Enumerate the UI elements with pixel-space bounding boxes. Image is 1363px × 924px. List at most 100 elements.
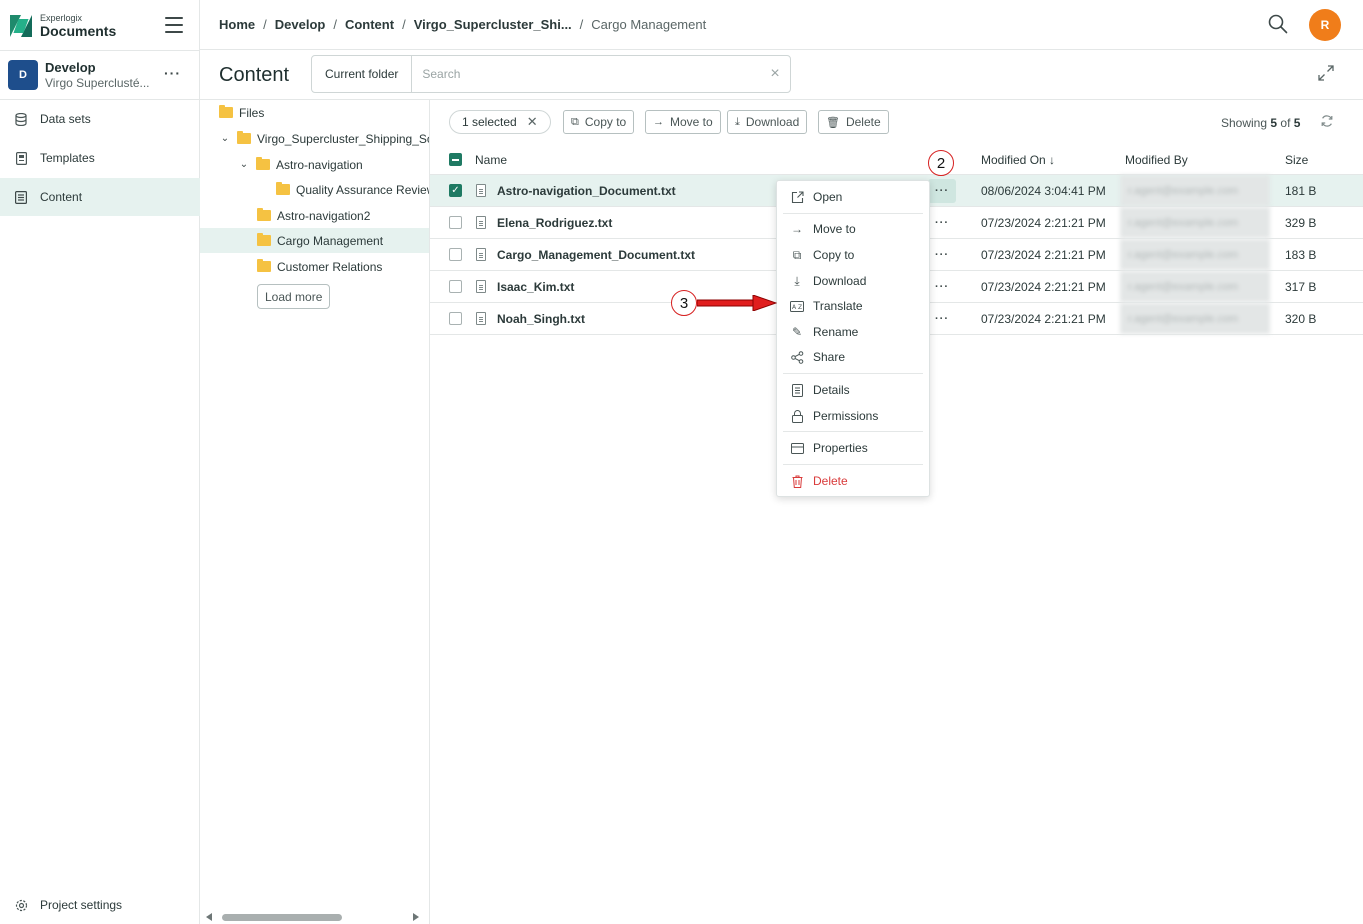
user-avatar[interactable]: R <box>1309 9 1341 41</box>
select-all-checkbox[interactable] <box>449 153 462 166</box>
arrow-right-icon: → <box>653 116 664 128</box>
scroll-left-icon[interactable] <box>206 913 212 921</box>
chevron-down-icon[interactable]: ⌄ <box>219 133 231 144</box>
chevron-down-icon[interactable]: ⌄ <box>238 159 250 170</box>
sidebar: Experlogix Documents D Develop Virgo Sup… <box>0 0 200 924</box>
menu-item-share[interactable]: Share <box>777 345 929 369</box>
modified-on: 07/23/2024 2:21:21 PM <box>981 279 1106 294</box>
row-more-icon[interactable]: ··· <box>928 211 956 235</box>
move-to-button[interactable]: → Move to <box>645 110 721 134</box>
tree-item-label: Files <box>239 105 265 120</box>
trash-icon <box>790 474 804 488</box>
tree-item-virgo[interactable]: ⌄ Virgo_Supercluster_Shipping_Sol <box>200 126 430 151</box>
folder-icon <box>219 105 233 118</box>
brand-company: Experlogix <box>40 13 83 23</box>
menu-item-properties[interactable]: Properties <box>777 436 929 460</box>
menu-item-label: Details <box>813 383 850 397</box>
copy-to-button[interactable]: ⧉ Copy to <box>563 110 635 134</box>
file-size: 317 B <box>1285 279 1317 294</box>
tree-item-label: Virgo_Supercluster_Shipping_Sol <box>257 131 430 146</box>
menu-item-translate[interactable]: AZ Translate <box>777 294 929 318</box>
load-more-button[interactable]: Load more <box>257 284 331 309</box>
file-name[interactable]: Noah_Singh.txt <box>497 312 585 326</box>
row-checkbox[interactable] <box>449 312 462 325</box>
row-checkbox[interactable] <box>449 216 462 229</box>
brand-logo[interactable]: Experlogix Documents <box>10 12 116 40</box>
menu-item-open[interactable]: Open <box>777 185 929 209</box>
folder-icon <box>257 208 271 221</box>
menu-item-move-to[interactable]: → Move to <box>777 217 929 241</box>
menu-item-delete[interactable]: Delete <box>777 469 929 493</box>
copy-icon: ⧉ <box>792 247 802 262</box>
sidebar-item-templates[interactable]: Templates <box>0 139 200 177</box>
modified-on: 07/23/2024 2:21:21 PM <box>981 215 1106 230</box>
search-input[interactable] <box>412 56 760 92</box>
column-name[interactable]: Name <box>475 145 507 174</box>
file-name[interactable]: Astro-navigation_Document.txt <box>497 184 676 198</box>
search-icon[interactable] <box>1268 14 1288 34</box>
menu-item-copy-to[interactable]: ⧉ Copy to <box>777 243 929 267</box>
tree-item-customer-relations[interactable]: Customer Relations <box>200 254 429 279</box>
lock-icon <box>790 409 804 423</box>
row-more-icon[interactable]: ··· <box>928 178 956 203</box>
translate-icon: AZ <box>790 299 804 313</box>
sidebar-item-data-sets[interactable]: Data sets <box>0 100 200 138</box>
row-more-icon[interactable]: ··· <box>928 307 956 331</box>
svg-text:A: A <box>792 304 797 311</box>
menu-item-label: Download <box>813 274 867 288</box>
menu-item-label: Delete <box>813 474 848 488</box>
row-checkbox[interactable]: ✓ <box>449 184 462 197</box>
breadcrumb-content[interactable]: Content <box>345 17 394 32</box>
menu-toggle-icon[interactable] <box>165 17 183 33</box>
column-modified-by[interactable]: Modified By <box>1125 145 1188 174</box>
menu-item-rename[interactable]: ✎ Rename <box>777 320 929 344</box>
menu-item-download[interactable]: ⤓ Download <box>777 269 929 293</box>
breadcrumb-home[interactable]: Home <box>219 17 255 32</box>
project-switcher[interactable]: D Develop Virgo Superclusté... ··· <box>0 50 200 100</box>
clear-selection-icon[interactable]: ✕ <box>527 114 538 130</box>
tree-horizontal-scrollbar[interactable] <box>200 910 429 924</box>
row-checkbox[interactable] <box>449 280 462 293</box>
row-more-icon[interactable]: ··· <box>928 275 956 299</box>
column-size[interactable]: Size <box>1285 145 1308 174</box>
search-scope-select[interactable]: Current folder <box>312 56 413 92</box>
sidebar-item-label: Project settings <box>40 898 123 912</box>
expand-icon[interactable] <box>1317 64 1335 82</box>
row-more-icon[interactable]: ··· <box>928 243 956 267</box>
refresh-icon[interactable] <box>1320 114 1334 128</box>
tree-item-quality-assurance[interactable]: Quality Assurance Review <box>200 177 429 202</box>
properties-icon <box>790 441 804 455</box>
scroll-right-icon[interactable] <box>413 913 419 921</box>
folder-tree: Files ⌄ Virgo_Supercluster_Shipping_Sol … <box>200 100 430 924</box>
file-icon <box>476 280 486 293</box>
scrollbar-thumb[interactable] <box>222 914 342 921</box>
content-header: Content Current folder × <box>200 50 1363 100</box>
clear-search-icon[interactable]: × <box>760 65 790 83</box>
file-size: 181 B <box>1285 183 1317 198</box>
tree-item-astro-navigation[interactable]: ⌄ Astro-navigation <box>200 152 429 177</box>
annotation-arrow-icon <box>697 295 777 311</box>
tree-item-cargo-management[interactable]: Cargo Management <box>200 228 429 253</box>
sidebar-item-project-settings[interactable]: Project settings <box>0 886 200 924</box>
project-more-icon[interactable]: ··· <box>164 65 181 81</box>
file-name[interactable]: Cargo_Management_Document.txt <box>497 248 695 262</box>
file-name[interactable]: Elena_Rodriguez.txt <box>497 216 612 230</box>
breadcrumb-folder[interactable]: Virgo_Supercluster_Shi... <box>414 17 572 32</box>
gear-icon <box>14 898 28 912</box>
column-modified-on[interactable]: Modified On ↓ <box>981 145 1055 174</box>
breadcrumb-develop[interactable]: Develop <box>275 17 326 32</box>
breadcrumb: Home / Develop / Content / Virgo_Supercl… <box>219 17 707 32</box>
download-button[interactable]: ⤓ Download <box>727 110 808 134</box>
tree-item-files[interactable]: Files <box>200 100 429 125</box>
menu-item-details[interactable]: Details <box>777 378 929 402</box>
project-subtitle: Virgo Superclusté... <box>45 76 150 90</box>
selection-chip[interactable]: 1 selected ✕ <box>449 110 551 134</box>
menu-item-label: Open <box>813 190 843 204</box>
file-name[interactable]: Isaac_Kim.txt <box>497 280 574 294</box>
row-checkbox[interactable] <box>449 248 462 261</box>
sidebar-item-content[interactable]: Content <box>0 178 200 216</box>
tree-item-astro-navigation2[interactable]: Astro-navigation2 <box>200 203 429 228</box>
trash-icon: 🗑 <box>826 116 840 129</box>
delete-button[interactable]: 🗑 Delete <box>818 110 889 134</box>
menu-item-permissions[interactable]: Permissions <box>777 404 929 428</box>
